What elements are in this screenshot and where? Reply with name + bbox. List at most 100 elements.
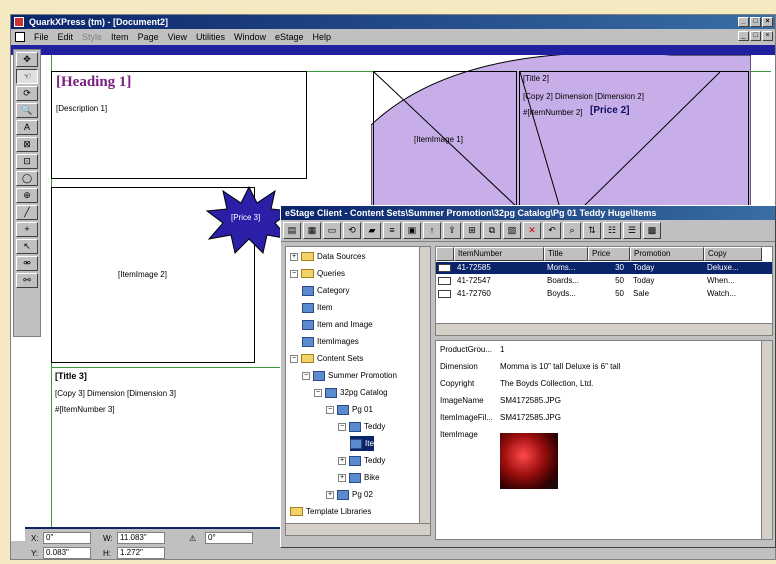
up-icon[interactable]: ↑ [423, 222, 441, 239]
menu-item[interactable]: Item [111, 32, 129, 42]
tree-item[interactable]: − Pg 01 [326, 402, 373, 417]
sort-icon[interactable]: ⇅ [583, 222, 601, 239]
rotation-tool[interactable]: ⟳ [16, 86, 38, 101]
collapse-icon[interactable]: − [314, 388, 322, 397]
table-row[interactable]: 41-72547 Boards... 50 Today When... [436, 275, 772, 287]
bezier-tool[interactable]: ⊕ [16, 188, 38, 203]
tree-item[interactable]: − Content Sets [290, 351, 363, 366]
expand-icon[interactable]: + [326, 490, 334, 499]
tree-item[interactable]: − 32pg Catalog [314, 385, 388, 400]
tree-horizontal-scrollbar[interactable] [286, 523, 430, 535]
table-row[interactable]: 41-72585 Moms... 30 Today Deluxe... [436, 262, 772, 274]
maximize-button[interactable]: □ [750, 17, 761, 27]
export-icon[interactable]: ⇪ [443, 222, 461, 239]
paste-icon[interactable]: ▧ [503, 222, 521, 239]
tree-icon[interactable]: ⊞ [463, 222, 481, 239]
column-header-price[interactable]: Price [588, 247, 630, 261]
tree-item[interactable]: − Teddy [338, 419, 385, 434]
table-row[interactable]: 41-72760 Boyds... 50 Sale Watch... [436, 288, 772, 300]
menu-utilities[interactable]: Utilities [196, 32, 225, 42]
x-field[interactable]: 0" [43, 532, 91, 544]
collapse-icon[interactable]: − [290, 354, 298, 363]
content-set-icon[interactable]: ▦ [303, 222, 321, 239]
text-box-tool[interactable]: A [16, 120, 38, 135]
undo-icon[interactable]: ↶ [543, 222, 561, 239]
zoom-tool[interactable]: 🔍 [16, 103, 38, 118]
content-tool[interactable]: ☜ [16, 69, 38, 84]
angle-field[interactable]: 0° [205, 532, 253, 544]
node-icon [302, 319, 314, 330]
tree-item-label: 32pg Catalog [340, 388, 388, 397]
expand-icon[interactable]: + [290, 252, 298, 261]
find-icon[interactable]: ⌕ [563, 222, 581, 239]
tree-vertical-scrollbar[interactable] [419, 247, 430, 523]
tree-item[interactable]: − Queries [290, 266, 345, 281]
column-header-itemnumber[interactable]: ItemNumber [454, 247, 544, 261]
doc-restore-button[interactable]: □ [750, 31, 761, 41]
delete-icon[interactable]: ✕ [523, 222, 541, 239]
text-path-tool[interactable]: ↖ [16, 239, 38, 254]
columns-icon[interactable]: ☷ [603, 222, 621, 239]
tree-item[interactable]: Category [302, 283, 349, 298]
heading-box[interactable]: [Heading 1] [Description 1] [51, 71, 307, 179]
line-tool[interactable]: ╱ [16, 205, 38, 220]
properties-icon[interactable]: ≡ [383, 222, 401, 239]
rounded-box-tool[interactable]: ⊡ [16, 154, 38, 169]
tree-item[interactable]: ItemImages [302, 334, 359, 349]
details-icon[interactable]: ☰ [623, 222, 641, 239]
tree-item[interactable]: + Bike [338, 470, 380, 485]
tree-item[interactable]: + Data Sources [290, 249, 365, 264]
grid-horizontal-scrollbar[interactable] [436, 323, 772, 335]
title2-box[interactable]: [Title 2] [Copy 2] Dimension [Dimension … [519, 71, 749, 208]
picture-box-tool[interactable]: ⊠ [16, 137, 38, 152]
menu-file[interactable]: File [34, 32, 49, 42]
collapse-icon[interactable]: − [302, 371, 310, 380]
folder-icon[interactable]: ▰ [363, 222, 381, 239]
y-field[interactable]: 0.083" [43, 547, 91, 559]
h-field[interactable]: 1.272" [117, 547, 165, 559]
collapse-icon[interactable]: − [338, 422, 346, 431]
item-image-box-top[interactable]: [ItemImage 1] [373, 71, 518, 208]
orthogonal-line-tool[interactable]: + [16, 222, 38, 237]
doc-minimize-button[interactable]: _ [738, 31, 749, 41]
column-header-title[interactable]: Title [544, 247, 588, 261]
expand-icon[interactable]: + [338, 456, 346, 465]
close-button[interactable]: × [762, 17, 773, 27]
copy-icon[interactable]: ⧉ [483, 222, 501, 239]
oval-tool[interactable]: ◯ [16, 171, 38, 186]
menu-edit[interactable]: Edit [58, 32, 74, 42]
grid-icon[interactable]: ▣ [403, 222, 421, 239]
w-field[interactable]: 11.083" [117, 532, 165, 544]
view-icon[interactable]: ▩ [643, 222, 661, 239]
minimize-button[interactable]: _ [738, 17, 749, 27]
detail-vertical-scrollbar[interactable] [761, 341, 772, 539]
unlinking-tool[interactable]: ⚯ [16, 273, 38, 288]
menu-window[interactable]: Window [234, 32, 266, 42]
content-tree[interactable]: + Data Sources − Queries Category Item Item an… [285, 246, 431, 536]
tree-item[interactable]: − Summer Promotion [302, 368, 397, 383]
item-tool[interactable]: ✥ [16, 52, 38, 67]
column-header-copy[interactable]: Copy [704, 247, 762, 261]
collapse-icon[interactable]: − [290, 269, 298, 278]
menu-help[interactable]: Help [313, 32, 332, 42]
tree-item[interactable]: Item and Image [302, 317, 373, 332]
tree-item[interactable]: Item [302, 300, 333, 315]
menu-estage[interactable]: eStage [275, 32, 304, 42]
new-window-icon[interactable]: ▭ [323, 222, 341, 239]
menu-view[interactable]: View [168, 32, 187, 42]
items-grid[interactable]: ItemNumber Title Price Promotion Copy 41… [435, 246, 773, 336]
collapse-icon[interactable]: − [326, 405, 334, 414]
menu-style[interactable]: Style [82, 32, 102, 42]
tree-item[interactable]: + Teddy [338, 453, 385, 468]
tree-item[interactable]: Ite [350, 436, 374, 451]
doc-close-button[interactable]: × [762, 31, 773, 41]
tree-item[interactable]: + Pg 02 [326, 487, 373, 502]
column-header-promotion[interactable]: Promotion [630, 247, 704, 261]
tree-item[interactable]: Template Libraries [290, 504, 371, 519]
open-icon[interactable]: ▤ [283, 222, 301, 239]
refresh-icon[interactable]: ⟲ [343, 222, 361, 239]
expand-icon[interactable]: + [338, 473, 346, 482]
linking-tool[interactable]: ⚮ [16, 256, 38, 271]
menu-page[interactable]: Page [138, 32, 159, 42]
itemnumber3-text: #[ItemNumber 3] [55, 405, 115, 414]
